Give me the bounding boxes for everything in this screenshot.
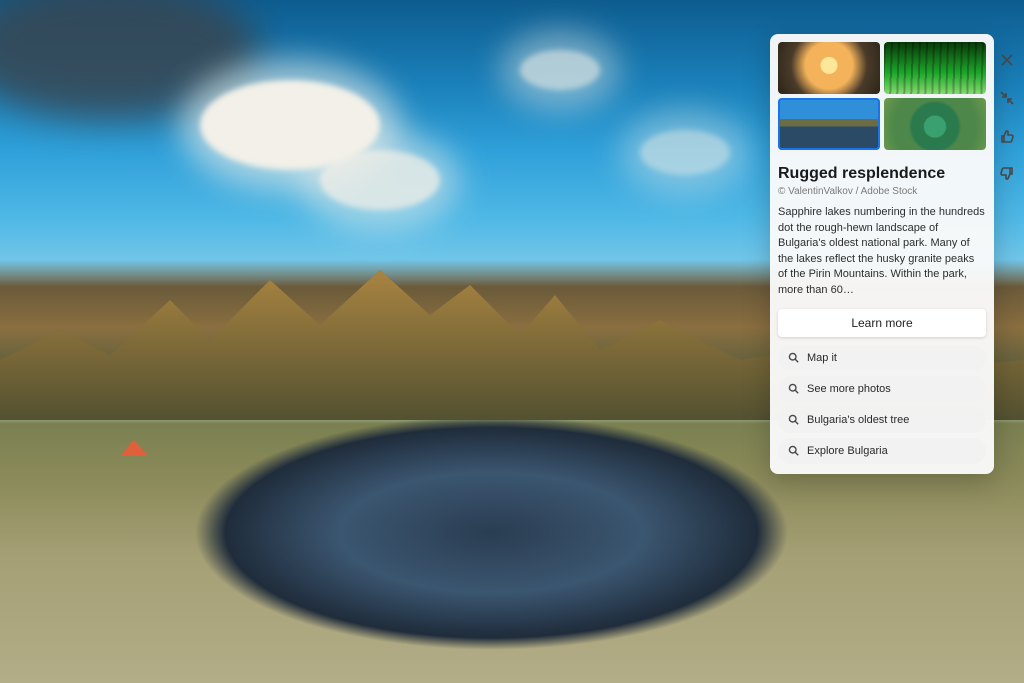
card-description: Sapphire lakes numbering in the hundreds… [778, 205, 986, 299]
cloud [640, 130, 730, 175]
search-label: See more photos [807, 383, 891, 395]
search-explore-bulgaria[interactable]: Explore Bulgaria [778, 438, 986, 464]
thumbnail-lake[interactable] [778, 98, 880, 150]
thumbnail-sunset[interactable] [778, 42, 880, 94]
search-more-photos[interactable]: See more photos [778, 376, 986, 402]
close-button[interactable] [997, 50, 1017, 70]
card-title: Rugged resplendence [778, 164, 986, 184]
cloud [320, 150, 440, 210]
search-map-it[interactable]: Map it [778, 345, 986, 371]
dislike-button[interactable] [997, 164, 1017, 184]
minimize-button[interactable] [997, 88, 1017, 108]
search-label: Explore Bulgaria [807, 445, 888, 457]
search-oldest-tree[interactable]: Bulgaria's oldest tree [778, 407, 986, 433]
search-icon [788, 352, 799, 363]
related-searches: Map it See more photos Bulgaria's oldest… [778, 345, 986, 464]
tent-icon [120, 440, 148, 456]
cloud [520, 50, 600, 90]
card-credit: © ValentinValkov / Adobe Stock [778, 186, 986, 197]
search-icon [788, 445, 799, 456]
learn-more-button[interactable]: Learn more [778, 309, 986, 337]
like-button[interactable] [997, 126, 1017, 146]
card-side-actions [996, 34, 1018, 184]
thumbnail-bamboo[interactable] [884, 42, 986, 94]
search-icon [788, 414, 799, 425]
thumbnail-aerial[interactable] [884, 98, 986, 150]
spotlight-info-card: Rugged resplendence © ValentinValkov / A… [770, 34, 994, 474]
thumbnail-grid [778, 42, 986, 150]
search-icon [788, 383, 799, 394]
search-label: Map it [807, 352, 837, 364]
search-label: Bulgaria's oldest tree [807, 414, 909, 426]
